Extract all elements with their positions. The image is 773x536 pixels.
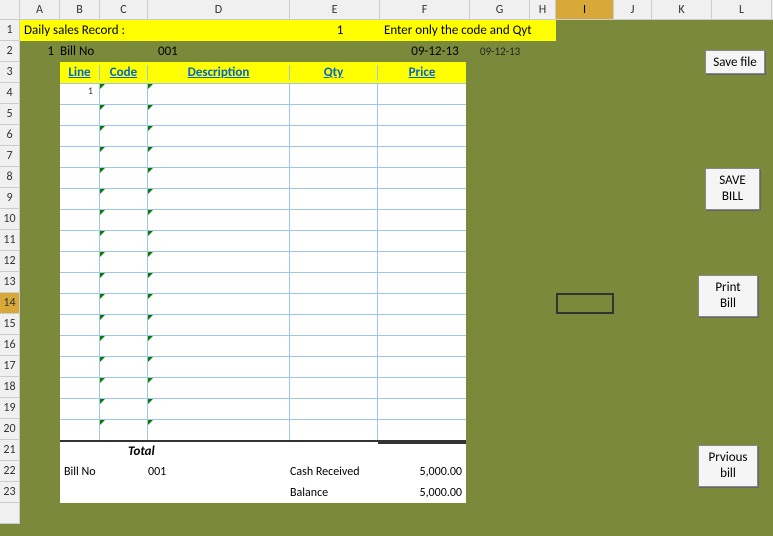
cash-received-label: Cash Received <box>290 465 378 479</box>
row-header-23[interactable]: 23 <box>0 482 20 503</box>
row-header-20[interactable]: 20 <box>0 419 20 440</box>
col-header-I[interactable]: I <box>556 0 614 19</box>
row-header-3[interactable]: 3 <box>0 62 20 83</box>
table-row[interactable] <box>60 336 466 357</box>
th-price[interactable]: Price <box>378 65 466 80</box>
table-row[interactable] <box>60 378 466 399</box>
cell-line-1[interactable]: 1 <box>60 84 100 104</box>
title-bar: Daily sales Record : 1 Enter only the co… <box>20 20 556 41</box>
total-row: Total <box>60 440 466 461</box>
bill-seq: 1 <box>20 44 60 59</box>
row-header-11[interactable]: 11 <box>0 230 20 251</box>
table-row[interactable]: 1 <box>60 84 466 105</box>
active-cell[interactable] <box>556 293 614 314</box>
col-header-A[interactable]: A <box>20 0 60 19</box>
col-header-H[interactable]: H <box>530 0 556 19</box>
bill-date2: 09-12-13 <box>480 45 520 58</box>
th-line[interactable]: Line <box>60 65 100 80</box>
balance-row: Balance 5,000.00 <box>60 482 466 503</box>
table-row[interactable] <box>60 252 466 273</box>
cell-qty-1[interactable] <box>290 84 378 104</box>
table-row[interactable] <box>60 189 466 210</box>
balance-value: 5,000.00 <box>378 486 466 500</box>
col-header-E[interactable]: E <box>290 0 380 19</box>
save-file-button[interactable]: Save file <box>705 50 765 74</box>
table-row[interactable] <box>60 294 466 315</box>
title-text: Daily sales Record : <box>20 23 300 38</box>
row-header-10[interactable]: 10 <box>0 209 20 230</box>
balance-label: Balance <box>290 486 378 500</box>
table-row[interactable] <box>60 399 466 420</box>
row-header-13[interactable]: 13 <box>0 272 20 293</box>
col-header-G[interactable]: G <box>470 0 530 19</box>
bill-label: Bill No <box>60 44 108 59</box>
row-header-1[interactable]: 1 <box>0 20 20 41</box>
row-header-4[interactable]: 4 <box>0 83 20 104</box>
cell-code-1[interactable] <box>100 84 148 104</box>
col-header-L[interactable]: L <box>712 0 772 19</box>
billno-label: Bill No <box>60 465 100 479</box>
table-row[interactable] <box>60 315 466 336</box>
bill-date: 09-12-13 <box>390 44 480 59</box>
print-bill-button[interactable]: Print Bill <box>698 275 758 317</box>
row-header-9[interactable]: 9 <box>0 188 20 209</box>
cell-price-1[interactable] <box>378 84 466 104</box>
totals-area: Total Bill No 001 Cash Received 5,000.00… <box>60 440 466 503</box>
bill-header-row: 1 Bill No 001 09-12-13 09-12-13 <box>20 41 556 62</box>
col-header-D[interactable]: D <box>148 0 290 19</box>
row-header-12[interactable]: 12 <box>0 251 20 272</box>
title-hint: Enter only the code and Qyt <box>380 23 556 38</box>
previous-bill-button[interactable]: Prvious bill <box>698 445 758 487</box>
title-number: 1 <box>300 23 380 38</box>
col-header-F[interactable]: F <box>380 0 470 19</box>
table-row[interactable] <box>60 105 466 126</box>
total-label: Total <box>100 444 290 459</box>
row-header-16[interactable]: 16 <box>0 335 20 356</box>
table-row[interactable] <box>60 273 466 294</box>
row-header-19[interactable]: 19 <box>0 398 20 419</box>
col-header-K[interactable]: K <box>652 0 712 19</box>
sales-table: Line Code Description Qty Price 1 <box>60 62 466 441</box>
row-header-7[interactable]: 7 <box>0 146 20 167</box>
row-header-22[interactable]: 22 <box>0 461 20 482</box>
save-bill-button[interactable]: SAVE BILL <box>705 168 760 210</box>
row-header-21[interactable]: 21 <box>0 440 20 461</box>
row-header-5[interactable]: 5 <box>0 104 20 125</box>
row-header-14[interactable]: 14 <box>0 293 20 314</box>
row-header-18[interactable]: 18 <box>0 377 20 398</box>
billno-row: Bill No 001 Cash Received 5,000.00 <box>60 461 466 482</box>
row-header-6[interactable]: 6 <box>0 125 20 146</box>
table-row[interactable] <box>60 420 466 441</box>
col-header-B[interactable]: B <box>60 0 100 19</box>
th-qty[interactable]: Qty <box>290 65 378 80</box>
th-desc[interactable]: Description <box>148 65 290 80</box>
bill-number: 001 <box>158 44 390 59</box>
column-headers: A B C D E F G H I J K L <box>0 0 773 20</box>
th-code[interactable]: Code <box>100 65 148 80</box>
corner-cell[interactable] <box>0 0 20 19</box>
table-row[interactable] <box>60 126 466 147</box>
row-header-24[interactable] <box>0 503 20 524</box>
table-row[interactable] <box>60 147 466 168</box>
table-row[interactable] <box>60 231 466 252</box>
cell-desc-1[interactable] <box>148 84 290 104</box>
cash-received-value: 5,000.00 <box>378 465 466 479</box>
row-header-15[interactable]: 15 <box>0 314 20 335</box>
table-row[interactable] <box>60 357 466 378</box>
table-header-row: Line Code Description Qty Price <box>60 62 466 84</box>
table-row[interactable] <box>60 210 466 231</box>
row-header-17[interactable]: 17 <box>0 356 20 377</box>
row-header-2[interactable]: 2 <box>0 41 20 62</box>
row-header-8[interactable]: 8 <box>0 167 20 188</box>
billno-value: 001 <box>148 465 290 479</box>
col-header-C[interactable]: C <box>100 0 148 19</box>
col-header-J[interactable]: J <box>614 0 652 19</box>
table-row[interactable] <box>60 168 466 189</box>
